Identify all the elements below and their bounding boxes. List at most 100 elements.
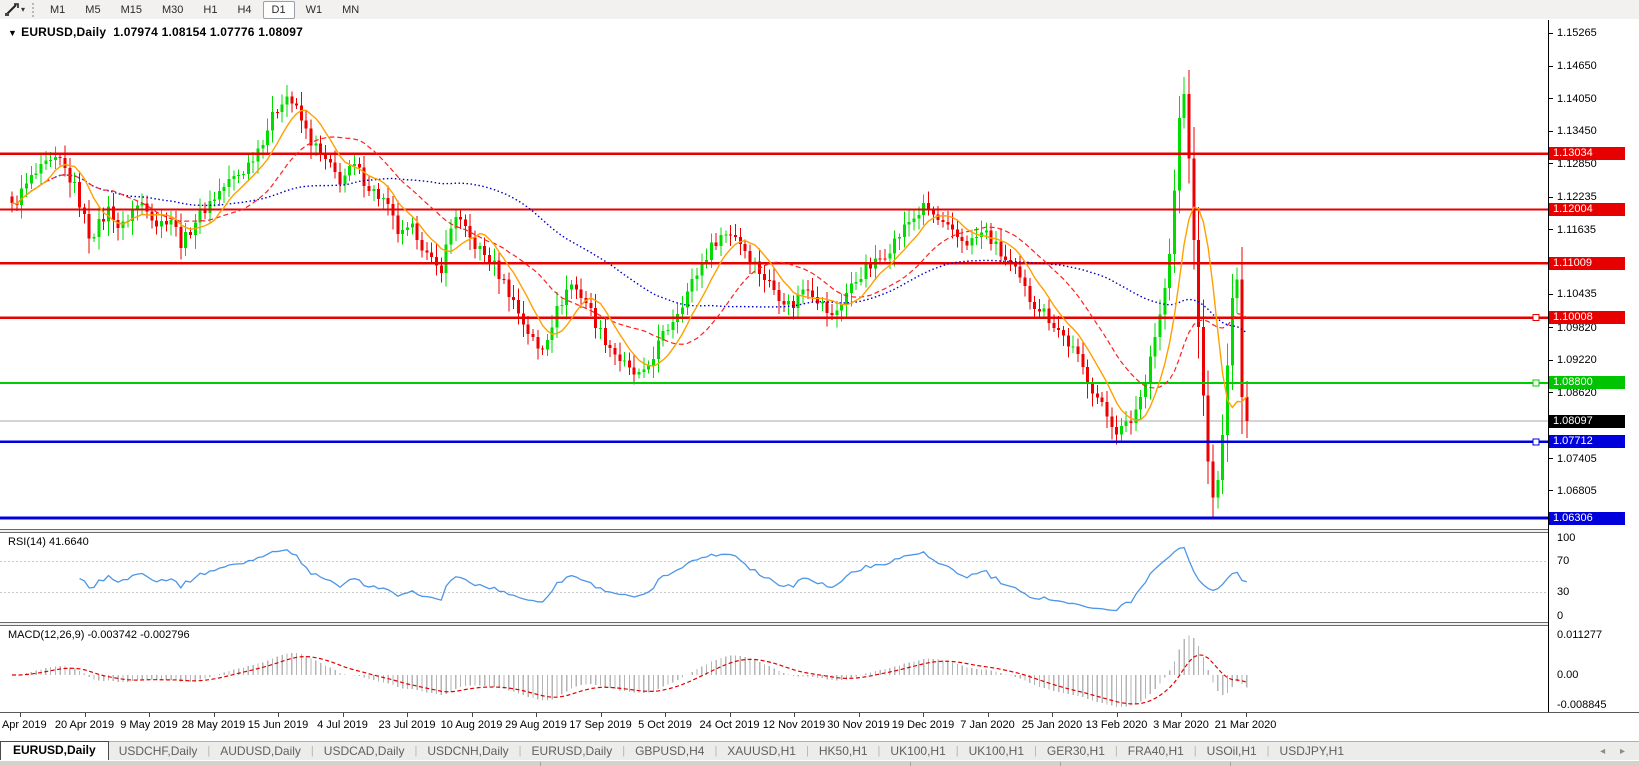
price-axis-tick xyxy=(1549,163,1553,164)
tab-scroll-arrows[interactable]: ◂ ▸ xyxy=(1600,746,1631,757)
timeframe-button-MN[interactable]: MN xyxy=(333,1,368,19)
timeframe-button-D1[interactable]: D1 xyxy=(263,1,295,19)
tab-eurusd-daily[interactable]: EURUSD,Daily xyxy=(0,741,109,760)
date-axis-label: 9 May 2019 xyxy=(120,719,177,731)
macd-label: MACD(12,26,9) -0.003742 -0.002796 xyxy=(8,629,190,641)
date-axis-tick xyxy=(278,713,279,717)
timeframe-button-H1[interactable]: H1 xyxy=(194,1,226,19)
price-axis-tick xyxy=(1549,294,1553,295)
price-axis-label: 1.10435 xyxy=(1557,288,1597,300)
date-axis-label: 3 Mar 2020 xyxy=(1153,719,1209,731)
date-axis-tick xyxy=(472,713,473,717)
tab-audusd-daily[interactable]: AUDUSD,Daily xyxy=(210,743,311,759)
chart-tab-bar: EURUSD,DailyUSDCHF,Daily|AUDUSD,Daily|US… xyxy=(0,741,1639,760)
date-axis-tick xyxy=(794,713,795,717)
tab-ger30-h1[interactable]: GER30,H1 xyxy=(1037,743,1115,759)
price-axis-tick xyxy=(1549,197,1553,198)
price-tag: 1.11009 xyxy=(1549,257,1625,270)
date-axis-tick xyxy=(214,713,215,717)
date-axis-tick xyxy=(343,713,344,717)
date-axis-label: 21 Mar 2020 xyxy=(1215,719,1277,731)
tab-hk50-h1[interactable]: HK50,H1 xyxy=(809,743,878,759)
price-axis-tick xyxy=(1549,327,1553,328)
price-axis-tick xyxy=(1549,392,1553,393)
date-axis-label: 23 Jul 2019 xyxy=(379,719,436,731)
date-axis-label: 15 Jun 2019 xyxy=(248,719,309,731)
price-axis-label: 1.12235 xyxy=(1557,191,1597,203)
date-axis-label: 17 Sep 2019 xyxy=(569,719,631,731)
tab-usdcnh-daily[interactable]: USDCNH,Daily xyxy=(417,743,518,759)
price-axis-tick xyxy=(1549,229,1553,230)
rsi-axis-label: 0 xyxy=(1557,610,1563,622)
date-axis-tick xyxy=(988,713,989,717)
price-axis-tick xyxy=(1549,490,1553,491)
tab-usdcad-daily[interactable]: USDCAD,Daily xyxy=(314,743,415,759)
price-chart[interactable] xyxy=(0,20,1548,529)
date-axis-tick xyxy=(1117,713,1118,717)
timeframe-button-H4[interactable]: H4 xyxy=(228,1,260,19)
symbol-caret-icon: ▼ xyxy=(8,28,17,38)
date-axis-tick xyxy=(149,713,150,717)
status-bar xyxy=(0,760,1639,766)
tab-xauusd-h1[interactable]: XAUUSD,H1 xyxy=(717,743,806,759)
chevron-down-icon[interactable]: ▾ xyxy=(21,5,25,14)
price-axis-tick xyxy=(1549,33,1553,34)
price-axis-label: 1.15265 xyxy=(1557,27,1597,39)
price-axis-tick xyxy=(1549,458,1553,459)
tab-usoil-h1[interactable]: USOil,H1 xyxy=(1197,743,1267,759)
price-axis-label: 1.14050 xyxy=(1557,93,1597,105)
rsi-axis-label: 70 xyxy=(1557,555,1569,567)
date-axis-label: 2 Apr 2019 xyxy=(0,719,47,731)
macd-indicator-pane[interactable] xyxy=(0,626,1548,712)
toolbar-grip xyxy=(32,3,34,17)
price-axis-label: 1.06805 xyxy=(1557,485,1597,497)
rsi-axis-label: 30 xyxy=(1557,586,1569,598)
chart-title: ▼ EURUSD,Daily 1.07974 1.08154 1.07776 1.… xyxy=(8,25,303,39)
price-axis-label: 1.11635 xyxy=(1557,224,1596,236)
tab-fra40-h1[interactable]: FRA40,H1 xyxy=(1118,743,1194,759)
price-axis-tick xyxy=(1549,66,1553,67)
date-axis-tick xyxy=(20,713,21,717)
tab-uk100-h1[interactable]: UK100,H1 xyxy=(959,743,1034,759)
date-axis-label: 13 Feb 2020 xyxy=(1086,719,1148,731)
price-tag: 1.10008 xyxy=(1549,311,1625,324)
price-tag: 1.13034 xyxy=(1549,147,1625,160)
chart-tools-icon[interactable] xyxy=(4,3,20,17)
macd-axis-label: 0.011277 xyxy=(1557,629,1602,641)
date-axis-label: 12 Nov 2019 xyxy=(763,719,825,731)
date-axis-label: 5 Oct 2019 xyxy=(638,719,692,731)
tab-gbpusd-h4[interactable]: GBPUSD,H4 xyxy=(625,743,714,759)
rsi-label: RSI(14) 41.6640 xyxy=(8,536,89,548)
date-axis-tick xyxy=(85,713,86,717)
chart-ohlc-values: 1.07974 1.08154 1.07776 1.08097 xyxy=(113,25,303,39)
tab-uk100-h1[interactable]: UK100,H1 xyxy=(880,743,955,759)
timeframe-button-M15[interactable]: M15 xyxy=(112,1,151,19)
price-tag: 1.07712 xyxy=(1549,435,1625,448)
rsi-indicator-pane[interactable] xyxy=(0,533,1548,622)
timeframe-button-M1[interactable]: M1 xyxy=(41,1,74,19)
date-axis[interactable]: 2 Apr 2019 20 Apr 2019 9 May 2019 28 May 20… xyxy=(0,713,1548,741)
price-axis-tick xyxy=(1549,360,1553,361)
macd-axis-label: -0.008845 xyxy=(1557,699,1607,711)
timeframe-button-W1[interactable]: W1 xyxy=(297,1,332,19)
tab-usdchf-daily[interactable]: USDCHF,Daily xyxy=(109,743,208,759)
price-axis-label: 1.13450 xyxy=(1557,125,1597,137)
timeframe-button-M5[interactable]: M5 xyxy=(76,1,109,19)
date-axis-label: 20 Apr 2019 xyxy=(55,719,114,731)
date-axis-tick xyxy=(859,713,860,717)
chart-symbol-period: EURUSD,Daily xyxy=(21,25,106,39)
tab-eurusd-daily[interactable]: EURUSD,Daily xyxy=(522,743,623,759)
date-axis-label: 4 Jul 2019 xyxy=(317,719,368,731)
rsi-axis-label: 100 xyxy=(1557,532,1575,544)
price-axis-label: 1.14650 xyxy=(1557,60,1597,72)
date-axis-label: 25 Jan 2020 xyxy=(1022,719,1083,731)
date-axis-tick xyxy=(730,713,731,717)
date-axis-tick xyxy=(665,713,666,717)
tab-usdjpy-h1[interactable]: USDJPY,H1 xyxy=(1270,743,1354,759)
price-axis-label: 1.07405 xyxy=(1557,453,1597,465)
price-axis[interactable]: 1.152651.146501.140501.134501.128501.122… xyxy=(1548,20,1639,712)
date-axis-tick xyxy=(923,713,924,717)
date-axis-label: 10 Aug 2019 xyxy=(441,719,503,731)
timeframe-button-M30[interactable]: M30 xyxy=(153,1,192,19)
date-axis-label: 28 May 2019 xyxy=(182,719,246,731)
